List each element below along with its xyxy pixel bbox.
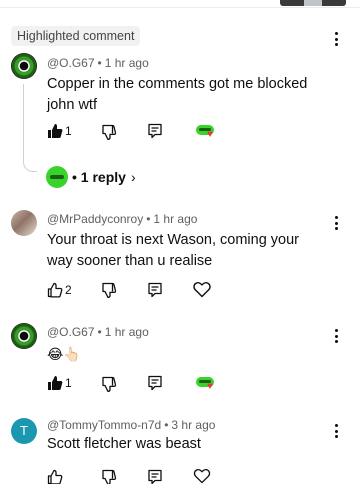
comment-more-button[interactable]	[328, 422, 344, 440]
view-replies-link[interactable]: • 1 reply ›	[72, 169, 136, 185]
separator: •	[146, 212, 151, 226]
thumbs-down-icon	[102, 282, 117, 299]
comment-meta: @O.G67 • 1 hr ago	[47, 56, 149, 70]
top-strip	[0, 0, 360, 8]
thread-line	[23, 84, 37, 172]
like-button[interactable]	[47, 375, 63, 396]
reply-button[interactable]	[147, 469, 163, 484]
comment-more-button[interactable]	[328, 327, 344, 345]
like-count: 1	[65, 376, 72, 390]
comment-text: Your throat is next Wason, coming your w…	[47, 232, 299, 269]
comment-time: 3 hr ago	[171, 418, 216, 432]
heart-red-icon: ♥	[207, 381, 213, 392]
like-button[interactable]	[47, 123, 63, 144]
chevron-right-icon: ›	[130, 169, 136, 185]
comment-time: 1 hr ago	[104, 325, 149, 339]
author-name[interactable]: @MrPaddyconroy	[47, 212, 143, 226]
thumbs-down-icon	[102, 469, 117, 484]
comment-meta: @MrPaddyconroy • 1 hr ago	[47, 212, 197, 226]
heart-button[interactable]	[193, 281, 211, 303]
heart-outline-icon	[193, 282, 211, 298]
thumbs-up-icon	[47, 282, 63, 298]
reply-button[interactable]	[147, 375, 163, 396]
author-name[interactable]: @O.G67	[47, 325, 95, 339]
like-count: 2	[65, 283, 72, 297]
comment-more-button[interactable]	[328, 30, 344, 48]
dislike-button[interactable]	[101, 376, 117, 397]
reply-icon	[148, 123, 162, 139]
dislike-button[interactable]	[101, 124, 117, 145]
reply-count: 1 reply	[80, 169, 126, 185]
heart-outline-icon	[193, 468, 211, 484]
heart-red-icon: ♥	[207, 129, 213, 140]
comment-time: 1 hr ago	[153, 212, 198, 226]
reply-icon	[148, 469, 162, 484]
thumbs-up-icon	[48, 376, 63, 390]
like-count: 1	[65, 124, 72, 138]
reply-avatar[interactable]	[46, 166, 68, 188]
reply-dot: •	[72, 169, 77, 185]
avatar[interactable]	[11, 210, 37, 236]
dislike-button[interactable]	[101, 469, 117, 484]
video-thumbnail[interactable]	[280, 0, 346, 6]
comment-text: Copper in the comments got me blocked jo…	[47, 76, 308, 113]
avatar[interactable]	[11, 323, 37, 349]
avatar[interactable]: T	[11, 418, 37, 444]
comment-meta: @TommyTommo-n7d • 3 hr ago	[47, 418, 215, 432]
reply-button[interactable]	[147, 123, 163, 144]
heart-button[interactable]	[193, 468, 211, 484]
comment-more-button[interactable]	[328, 214, 344, 232]
comment-meta: @O.G67 • 1 hr ago	[47, 325, 149, 339]
highlighted-comment-badge: Highlighted comment	[11, 26, 141, 46]
reply-button[interactable]	[147, 282, 163, 303]
like-button[interactable]	[47, 282, 63, 303]
reply-icon	[148, 282, 162, 298]
avatar[interactable]	[11, 53, 37, 79]
comment-time: 1 hr ago	[104, 56, 149, 70]
thumbs-up-icon	[47, 469, 63, 484]
separator: •	[97, 325, 102, 339]
comment-text: Scott fletcher was beast	[47, 436, 201, 452]
thumbs-down-icon	[102, 124, 117, 141]
separator: •	[164, 418, 169, 432]
author-name[interactable]: @TommyTommo-n7d	[47, 418, 161, 432]
author-name[interactable]: @O.G67	[47, 56, 95, 70]
comment-text: 😂👆🏻	[47, 346, 81, 362]
separator: •	[97, 56, 102, 70]
dislike-button[interactable]	[101, 282, 117, 303]
thumbs-down-icon	[102, 376, 117, 393]
reply-icon	[148, 375, 162, 391]
like-button[interactable]	[47, 469, 63, 484]
thumbs-up-icon	[48, 124, 63, 138]
